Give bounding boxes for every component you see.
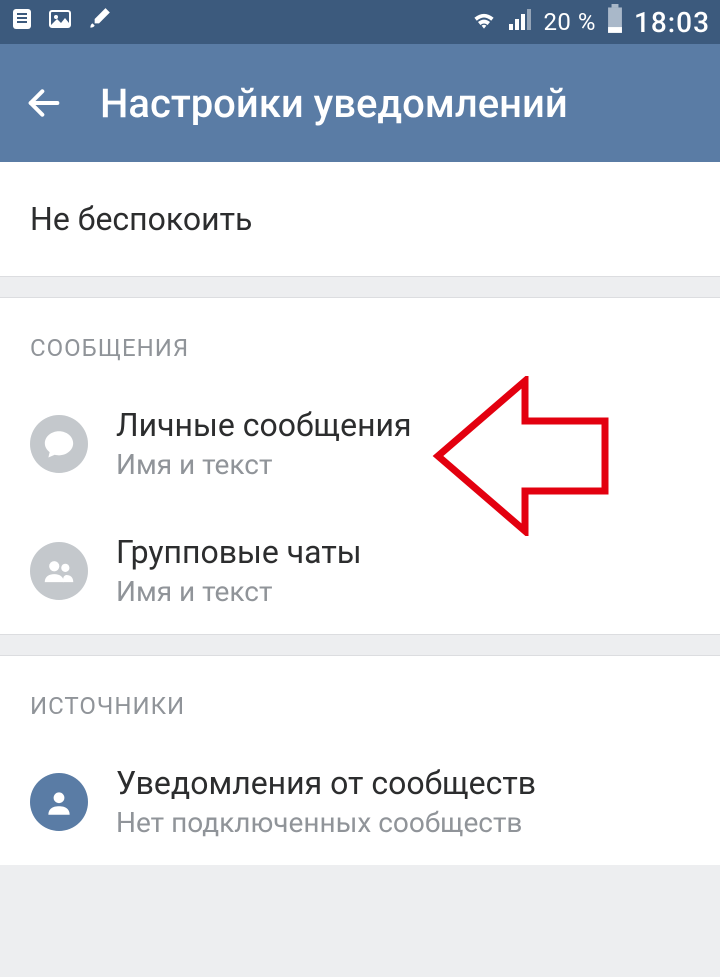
group-icon bbox=[30, 542, 88, 600]
item-subtitle: Имя и текст bbox=[116, 575, 362, 608]
section-sources: ИСТОЧНИКИ Уведомления от сообществ Нет п… bbox=[0, 656, 720, 865]
wifi-icon bbox=[469, 7, 499, 37]
status-right: 20 % 18:03 bbox=[469, 4, 710, 40]
section-gap bbox=[0, 276, 720, 298]
status-left-icons bbox=[10, 6, 112, 38]
do-not-disturb-item[interactable]: Не беспокоить bbox=[0, 162, 720, 276]
section-messages: СООБЩЕНИЯ Личные сообщения Имя и текст Г… bbox=[0, 298, 720, 634]
private-messages-item[interactable]: Личные сообщения Имя и текст bbox=[0, 380, 720, 507]
item-title: Личные сообщения bbox=[116, 406, 412, 444]
section-dnd: Не беспокоить bbox=[0, 162, 720, 276]
sources-header: ИСТОЧНИКИ bbox=[0, 656, 720, 738]
page-title: Настройки уведомлений bbox=[100, 80, 568, 127]
clock: 18:03 bbox=[634, 6, 710, 39]
battery-icon bbox=[606, 4, 624, 40]
back-button[interactable] bbox=[24, 83, 64, 123]
do-not-disturb-label: Не беспокоить bbox=[30, 200, 252, 238]
battery-percent: 20 % bbox=[543, 8, 596, 36]
user-icon bbox=[30, 773, 88, 831]
brush-icon bbox=[86, 6, 112, 38]
group-chats-text: Групповые чаты Имя и текст bbox=[116, 533, 362, 608]
status-bar: 20 % 18:03 bbox=[0, 0, 720, 44]
group-chats-item[interactable]: Групповые чаты Имя и текст bbox=[0, 507, 720, 634]
document-icon bbox=[10, 7, 34, 37]
community-notifications-item[interactable]: Уведомления от сообществ Нет подключенны… bbox=[0, 738, 720, 865]
image-icon bbox=[48, 7, 72, 37]
signal-icon bbox=[509, 8, 533, 36]
item-title: Уведомления от сообществ bbox=[116, 764, 536, 802]
item-subtitle: Нет подключенных сообществ bbox=[116, 806, 536, 839]
item-title: Групповые чаты bbox=[116, 533, 362, 571]
chat-bubble-icon bbox=[30, 415, 88, 473]
community-notifications-text: Уведомления от сообществ Нет подключенны… bbox=[116, 764, 536, 839]
messages-header: СООБЩЕНИЯ bbox=[0, 298, 720, 380]
section-gap bbox=[0, 634, 720, 656]
app-bar: Настройки уведомлений bbox=[0, 44, 720, 162]
item-subtitle: Имя и текст bbox=[116, 448, 412, 481]
private-messages-text: Личные сообщения Имя и текст bbox=[116, 406, 412, 481]
